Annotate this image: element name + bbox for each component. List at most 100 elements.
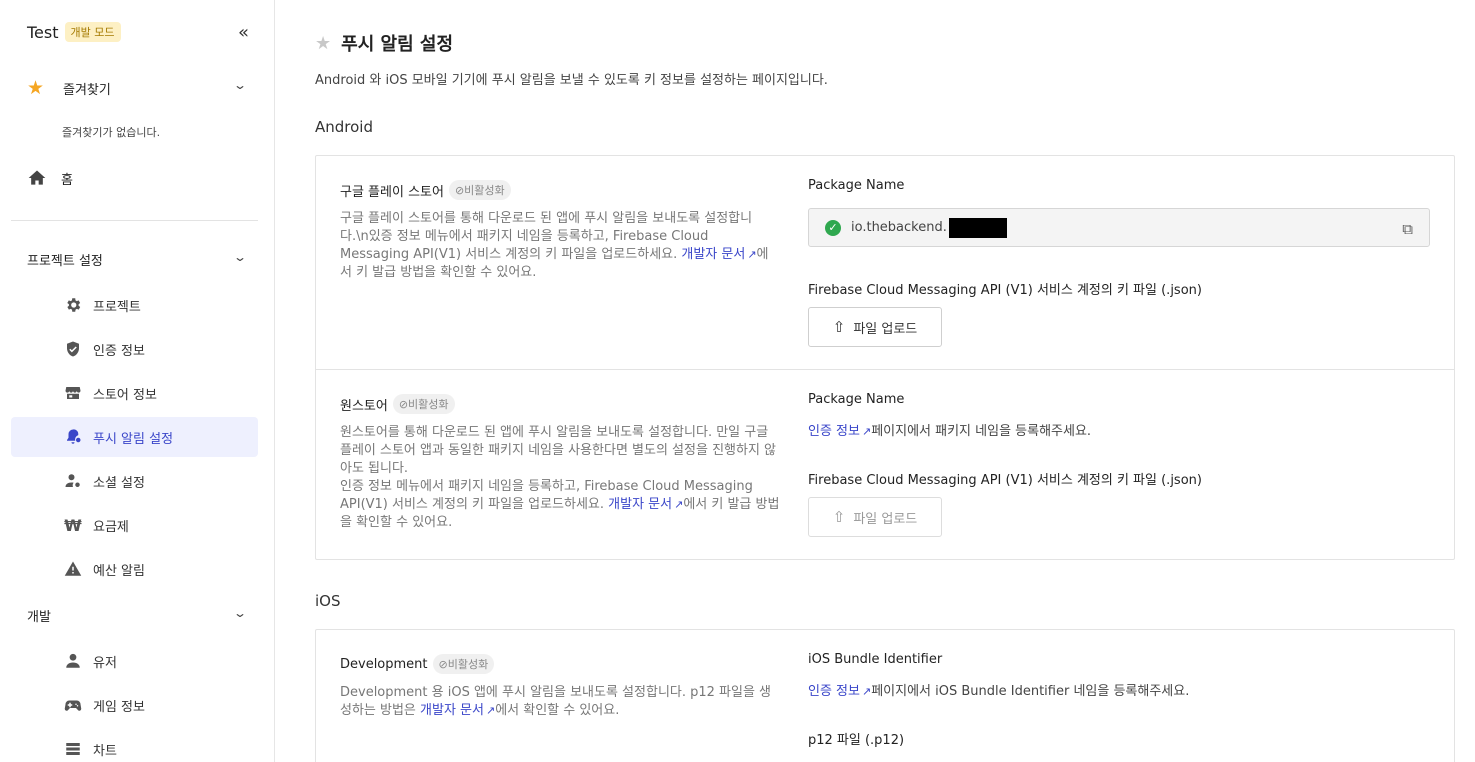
sidebar-item-pricing[interactable]: ₩ 요금제: [11, 505, 258, 545]
package-name-label: Package Name: [808, 392, 905, 407]
sidebar-item-label: 게임 정보: [93, 699, 145, 715]
hint-text: 페이지에서 패키지 네임을 등록해주세요.: [871, 424, 1092, 439]
sidebar-item-label: 소셜 설정: [93, 475, 145, 491]
auth-info-link-label: 인증 정보: [808, 424, 860, 439]
file-upload-button[interactable]: ⇧ 파일 업로드: [808, 307, 942, 347]
open-external-icon[interactable]: ⧉: [1402, 220, 1413, 238]
collapse-sidebar-icon[interactable]: «: [238, 22, 249, 43]
sidebar-item-store[interactable]: 스토어 정보: [11, 373, 258, 413]
sidebar-item-social[interactable]: 소셜 설정: [11, 461, 258, 501]
external-link-icon: ↗: [674, 498, 684, 511]
android-title: Android: [315, 118, 373, 136]
sidebar-item-auth[interactable]: 인증 정보: [11, 329, 258, 369]
user-gear-icon: [63, 471, 83, 491]
sidebar-item-label: 차트: [93, 743, 117, 759]
status-badge: ⊘비활성화: [448, 180, 511, 200]
onestore-title: 원스토어: [340, 398, 388, 414]
upload-icon: ⇧: [832, 318, 846, 336]
section-label: 프로젝트 설정: [27, 253, 103, 269]
android-card: 구글 플레이 스토어 ⊘비활성화 구글 플레이 스토어를 통해 다운로드 된 앱…: [315, 155, 1455, 560]
google-play-info: 구글 플레이 스토어 ⊘비활성화 구글 플레이 스토어를 통해 다운로드 된 앱…: [340, 180, 780, 282]
dev-docs-link-label: 개발자 문서: [420, 703, 484, 718]
desc-text: 원스토어를 통해 다운로드 된 앱에 푸시 알림을 보내도록 설정합니다. 만일…: [340, 425, 777, 476]
sidebar-item-label: 푸시 알림 설정: [93, 431, 174, 447]
project-settings-section[interactable]: 프로젝트 설정 ⌄: [27, 248, 249, 270]
package-name-field[interactable]: ✓ io.thebackend. ⧉: [808, 208, 1430, 247]
sidebar-item-budget-alert[interactable]: 예산 알림: [11, 549, 258, 589]
star-icon: ★: [27, 77, 45, 99]
page-title: 푸시 알림 설정: [341, 34, 454, 55]
development-title: Development: [340, 656, 428, 672]
home-icon: [28, 170, 46, 185]
chevron-down-icon[interactable]: ⌄: [233, 250, 247, 264]
sidebar-item-users[interactable]: 유저: [11, 641, 258, 681]
dev-docs-link-label: 개발자 문서: [681, 247, 746, 262]
sidebar-item-label: 프로젝트: [93, 299, 141, 315]
sidebar-item-home[interactable]: 홈: [27, 166, 73, 190]
dev-section[interactable]: 개발 ⌄: [27, 604, 249, 626]
chevron-down-icon[interactable]: ⌄: [233, 78, 247, 92]
dev-docs-link[interactable]: 개발자 문서 ↗: [608, 497, 683, 512]
favorites-section[interactable]: ★ 즐겨찾기 ⌄: [27, 76, 249, 100]
package-name-value: io.thebackend.: [851, 220, 947, 235]
bundle-id-label: iOS Bundle Identifier: [808, 652, 943, 667]
gamepad-icon: [63, 695, 83, 715]
page-header: ★ 푸시 알림 설정: [315, 30, 453, 56]
user-icon: [63, 651, 83, 671]
sidebar-item-project[interactable]: 프로젝트: [11, 285, 258, 325]
sidebar-divider: [11, 220, 258, 221]
development-settings: iOS Bundle Identifier 인증 정보 ↗페이지에서 iOS Bu…: [808, 652, 1430, 748]
onestore-info: 원스토어 ⊘비활성화 원스토어를 통해 다운로드 된 앱에 푸시 알림을 보내도…: [340, 394, 780, 532]
chevron-down-icon[interactable]: ⌄: [233, 606, 247, 620]
sidebar-item-label: 스토어 정보: [93, 387, 157, 403]
development-desc: Development 용 iOS 앱에 푸시 알림을 보내도록 설정합니다. …: [340, 684, 780, 720]
won-icon: ₩: [64, 515, 82, 535]
warning-icon: [63, 559, 83, 579]
sidebar-header: Test 개발 모드 «: [27, 20, 249, 44]
shield-icon: [63, 339, 83, 359]
file-upload-button[interactable]: ⇧ 파일 업로드: [808, 497, 942, 537]
sidebar-item-label: 인증 정보: [93, 343, 145, 359]
p12-label: p12 파일 (.p12): [808, 733, 905, 748]
favorites-empty: 즐겨찾기가 없습니다.: [62, 126, 161, 139]
dev-docs-link[interactable]: 개발자 문서 ↗: [420, 703, 495, 718]
favorites-label: 즐겨찾기: [63, 82, 111, 98]
external-link-icon: ↗: [485, 704, 496, 717]
dev-docs-link-label: 개발자 문서: [608, 497, 673, 512]
file-upload-label: 파일 업로드: [853, 321, 918, 337]
ios-title: iOS: [315, 592, 341, 610]
external-link-icon: ↗: [861, 685, 872, 698]
auth-info-link[interactable]: 인증 정보 ↗: [808, 424, 871, 439]
auth-info-link[interactable]: 인증 정보 ↗: [808, 684, 871, 699]
desc-tail: 에서 확인할 수 있어요.: [495, 703, 620, 718]
sidebar-item-label: 요금제: [93, 519, 129, 535]
external-link-icon: ↗: [747, 248, 757, 261]
check-circle-icon: ✓: [825, 219, 841, 236]
favorite-star-icon[interactable]: ★: [315, 33, 331, 54]
fcm-key-label: Firebase Cloud Messaging API (V1) 서비스 계정…: [808, 473, 1202, 488]
auth-info-link-label: 인증 정보: [808, 684, 860, 699]
google-play-title: 구글 플레이 스토어: [340, 184, 444, 200]
table-icon: [63, 739, 83, 759]
dev-docs-link[interactable]: 개발자 문서 ↗: [681, 247, 756, 262]
home-label: 홈: [61, 172, 73, 188]
dev-mode-badge: 개발 모드: [64, 22, 121, 42]
sidebar-item-game-info[interactable]: 게임 정보: [11, 685, 258, 725]
redaction-block: [948, 217, 1007, 238]
onestore-desc: 원스토어를 통해 다운로드 된 앱에 푸시 알림을 보내도록 설정합니다. 만일…: [340, 424, 780, 532]
fcm-key-label: Firebase Cloud Messaging API (V1) 서비스 계정…: [808, 283, 1202, 298]
google-play-row: 구글 플레이 스토어 ⊘비활성화 구글 플레이 스토어를 통해 다운로드 된 앱…: [316, 156, 1454, 369]
development-info: Development ⊘비활성화 Development 용 iOS 앱에 푸…: [340, 654, 780, 720]
bundle-id-hint: 인증 정보 ↗페이지에서 iOS Bundle Identifier 네임을 등록…: [808, 680, 1430, 699]
project-name[interactable]: Test: [27, 23, 59, 42]
status-badge: ⊘비활성화: [432, 654, 495, 674]
sidebar-item-chart[interactable]: 차트: [11, 729, 258, 762]
sidebar-item-label: 유저: [93, 655, 117, 671]
package-name-label: Package Name: [808, 178, 905, 193]
google-play-desc: 구글 플레이 스토어를 통해 다운로드 된 앱에 푸시 알림을 보내도록 설정합…: [340, 210, 780, 282]
ios-card: Development ⊘비활성화 Development 용 iOS 앱에 푸…: [315, 629, 1455, 762]
onestore-row: 원스토어 ⊘비활성화 원스토어를 통해 다운로드 된 앱에 푸시 알림을 보내도…: [316, 369, 1454, 559]
sidebar-item-push[interactable]: 푸시 알림 설정: [11, 417, 258, 457]
external-link-icon: ↗: [861, 425, 872, 438]
gear-icon: [63, 295, 83, 315]
